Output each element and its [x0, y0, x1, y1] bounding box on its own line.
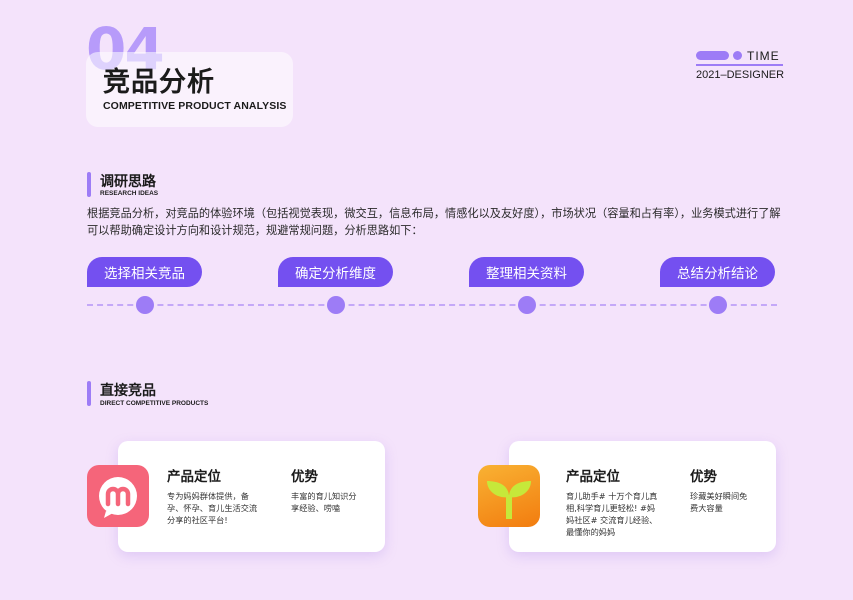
product-position-text: 专为妈妈群体提供，备孕、怀孕、育儿生活交流分享的社区平台! — [167, 491, 258, 525]
research-subtitle: RESEARCH IDEAS — [100, 190, 159, 197]
time-pill-decoration — [696, 51, 729, 60]
page-subtitle: COMPETITIVE PRODUCT ANALYSIS — [103, 100, 287, 112]
research-section-bar — [87, 172, 91, 197]
time-label: TIME — [747, 49, 780, 63]
research-title: 调研思路 — [100, 174, 156, 190]
step-determine-dimensions: 确定分析维度 — [278, 257, 393, 287]
page-title: 竞品分析 — [103, 67, 215, 98]
step-summarize-conclusions: 总结分析结论 — [660, 257, 775, 287]
direct-subtitle: DIRECT COMPETITIVE PRODUCTS — [100, 400, 209, 407]
direct-title: 直接竞品 — [100, 383, 156, 399]
designer-label: 2021–DESIGNER — [696, 69, 785, 81]
product-advantage-text: 珍藏美好瞬间免费大容量 — [690, 491, 748, 513]
timeline-dot — [518, 296, 536, 314]
sprout-app-icon — [478, 465, 540, 527]
research-description: 根据竞品分析，对竞品的体验环境（包括视觉表现，微交互，信息布局，情感化以及友好度… — [87, 207, 781, 237]
timeline-dot — [136, 296, 154, 314]
product-advantage-text: 丰富的育儿知识分享经验、唠嗑 — [291, 491, 357, 513]
step-select-products: 选择相关竞品 — [87, 257, 202, 287]
direct-section-bar — [87, 381, 91, 406]
product-advantage-label: 优势 — [291, 469, 318, 485]
product-position-label: 产品定位 — [566, 469, 620, 485]
timeline-dot — [327, 296, 345, 314]
mama-app-icon — [87, 465, 149, 527]
time-dot-decoration — [733, 51, 742, 60]
product-position-label: 产品定位 — [167, 469, 221, 485]
time-divider — [696, 64, 783, 66]
product-position-text: 育儿助手# 十万个育儿真相,科学育儿更轻松! #妈妈社区# 交流育儿经验、最懂你… — [566, 491, 658, 537]
product-advantage-label: 优势 — [690, 469, 717, 485]
timeline-dashed-line — [87, 304, 777, 306]
timeline-dot — [709, 296, 727, 314]
step-organize-materials: 整理相关资料 — [469, 257, 584, 287]
